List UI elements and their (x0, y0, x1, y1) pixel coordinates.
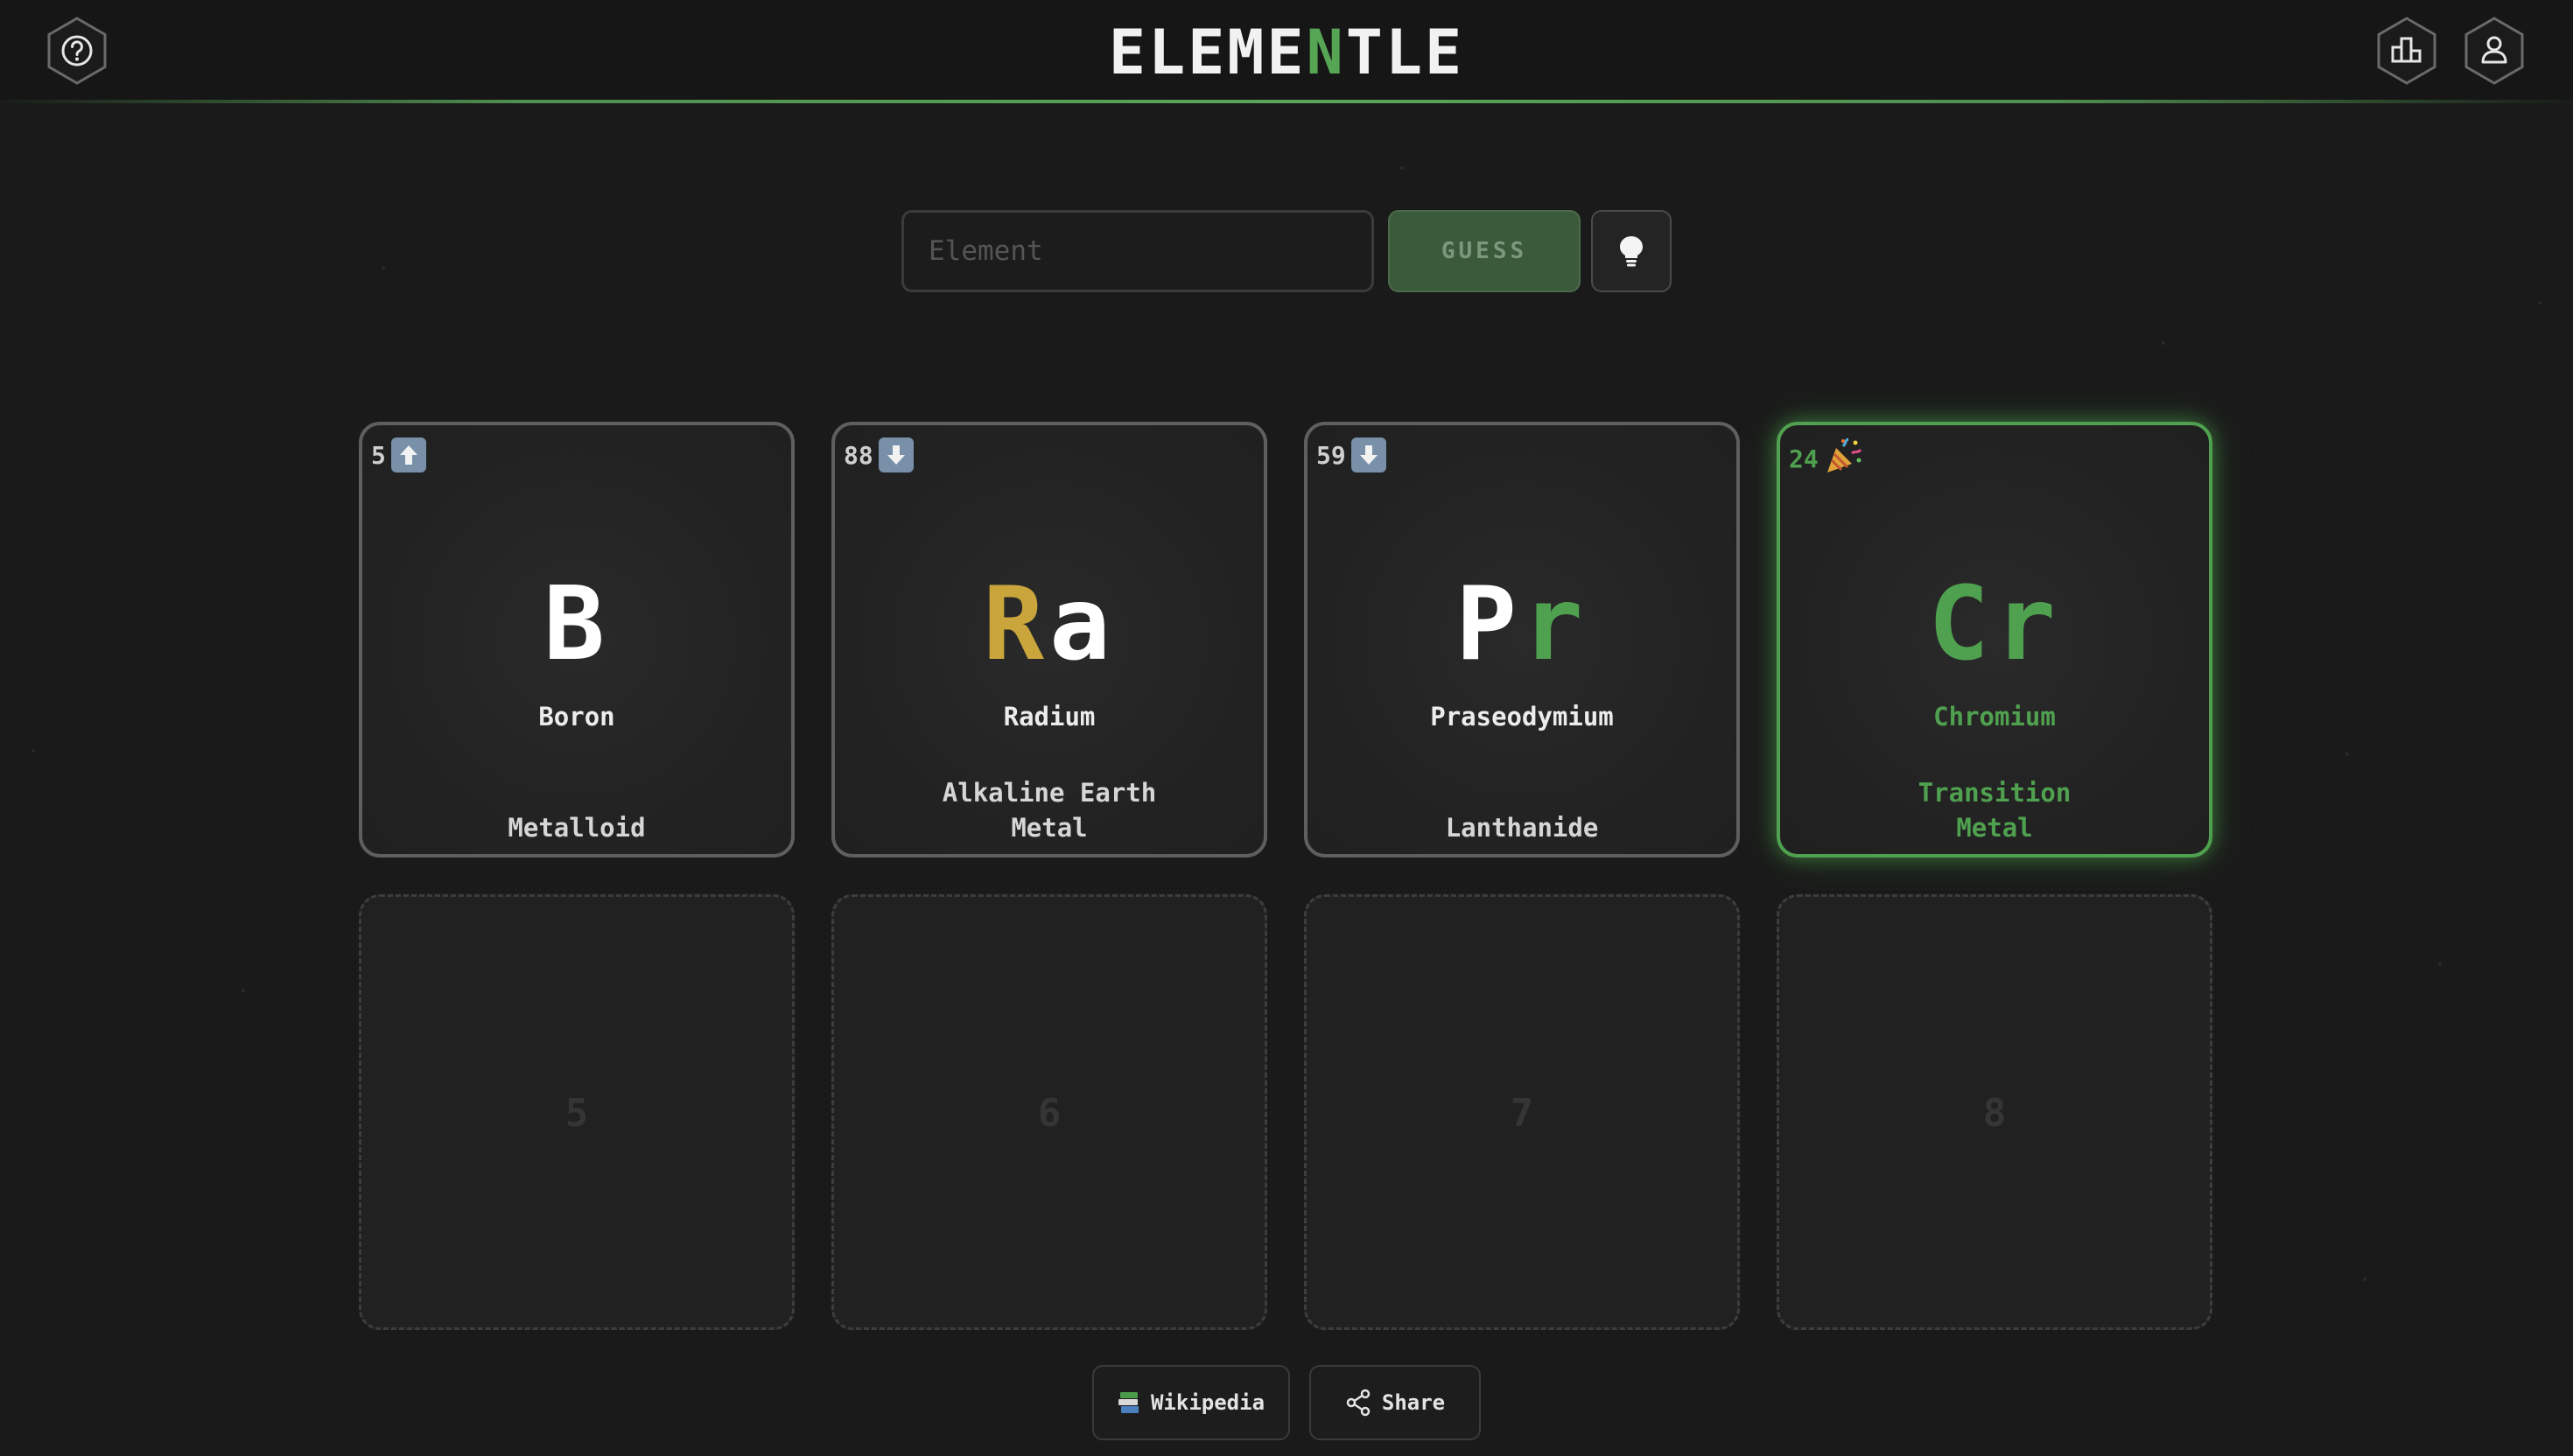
background-speck (2345, 752, 2349, 756)
empty-guess-slot: 7 (1304, 894, 1740, 1330)
element-symbol: Cr (1928, 565, 2061, 683)
atomic-number: 24 (1789, 444, 1819, 473)
stats-button[interactable] (2372, 16, 2442, 86)
wikipedia-button[interactable]: Wikipedia (1092, 1365, 1290, 1440)
empty-guess-slot: 8 (1777, 894, 2212, 1330)
empty-guess-slot: 6 (831, 894, 1267, 1330)
share-label: Share (1381, 1390, 1446, 1415)
background-speck (32, 749, 35, 752)
element-input[interactable] (901, 210, 1374, 292)
empty-guess-slot: 5 (359, 894, 795, 1330)
background-speck (1400, 166, 1404, 170)
guess-card: 59 Pr Praseodymium Lanthanide (1304, 422, 1740, 858)
share-button[interactable]: Share (1309, 1365, 1481, 1440)
books-icon (1118, 1392, 1139, 1413)
arrow-down-icon (878, 438, 914, 472)
element-symbol: B (543, 565, 610, 683)
guess-button[interactable]: GUESS (1388, 210, 1581, 292)
profile-button[interactable] (2459, 16, 2529, 86)
hint-button[interactable] (1591, 210, 1672, 292)
top-bar: ELEMENTLE (0, 0, 2573, 103)
background-speck (2162, 341, 2165, 345)
arrow-down-icon (1350, 438, 1386, 472)
user-icon (2464, 17, 2524, 85)
element-category: Lanthanide (1445, 813, 1599, 843)
help-button[interactable] (42, 16, 112, 86)
atomic-number: 59 (1316, 440, 1346, 470)
background-speck (382, 266, 385, 270)
guess-card: 88 Ra Radium Alkaline Earth Metal (831, 422, 1267, 858)
header-divider (0, 100, 2573, 103)
atomic-number: 5 (371, 440, 386, 470)
element-name: Radium (1003, 702, 1096, 732)
element-category: Alkaline Earth Metal (942, 778, 1157, 843)
background-speck (2438, 962, 2442, 966)
atomic-number: 88 (844, 440, 873, 470)
slot-number: 6 (1037, 1091, 1062, 1136)
element-name: Chromium (1933, 702, 2056, 732)
slot-number: 7 (1510, 1091, 1534, 1136)
share-icon (1346, 1389, 1371, 1417)
element-category: Transition Metal (1917, 778, 2072, 843)
slot-number: 8 (1982, 1091, 2007, 1136)
lightbulb-icon (1620, 236, 1643, 267)
background-speck (2363, 1278, 2366, 1281)
element-symbol: Pr (1455, 565, 1588, 683)
party-popper-icon (1824, 438, 1862, 480)
question-circle-icon (47, 17, 107, 85)
element-name: Praseodymium (1430, 702, 1614, 732)
guess-card: 5 B Boron Metalloid (359, 422, 795, 858)
arrow-up-icon (390, 438, 426, 472)
background-speck (242, 989, 245, 992)
slot-number: 5 (564, 1091, 589, 1136)
background-speck (2538, 301, 2541, 304)
game-title: ELEMENTLE (1108, 17, 1465, 88)
element-category: Metalloid (508, 813, 646, 843)
wikipedia-label: Wikipedia (1150, 1390, 1265, 1415)
bar-chart-icon (2377, 17, 2436, 85)
element-symbol: Ra (983, 565, 1116, 683)
guess-card-correct: 24 Cr Chromium Transition Metal (1777, 422, 2212, 858)
element-name: Boron (538, 702, 615, 732)
